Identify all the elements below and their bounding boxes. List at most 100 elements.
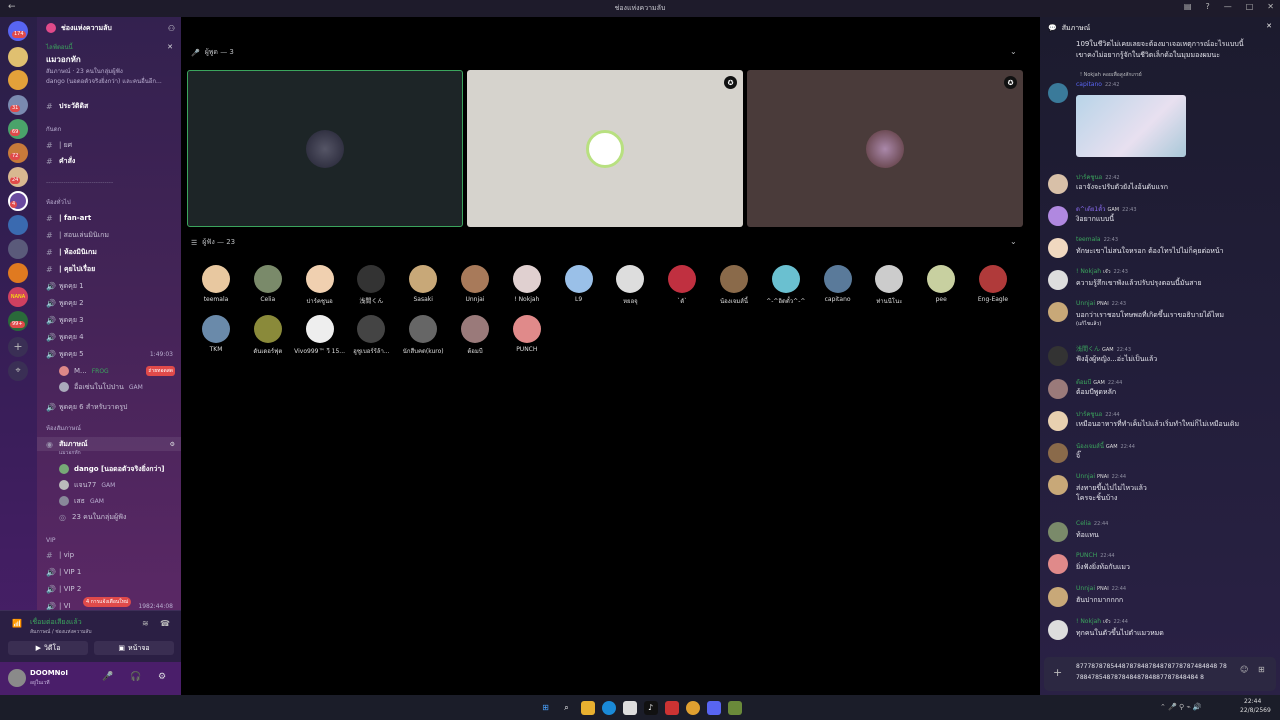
voice-channel-2[interactable]: พูดคุย 2 [59,298,84,309]
listener[interactable]: PUNCH [501,315,553,353]
settings-icon[interactable]: ⚙ [170,441,175,448]
message-author[interactable]: teemala 22:43 [1076,236,1118,243]
listener[interactable]: ^-^อิดตั้ว^-^ [760,265,812,306]
avatar[interactable] [1048,411,1068,431]
avatar[interactable] [8,669,26,687]
category-stage[interactable]: ห้องสัมภาษณ์ [46,423,81,433]
listener[interactable]: capitano [812,265,864,303]
avatar[interactable] [1048,238,1068,258]
avatar[interactable] [1048,83,1068,103]
listener[interactable]: ฮูซูเบอร์ร้ล้า... [345,315,397,356]
invite-icon[interactable]: ⚇ [168,24,175,33]
message-author[interactable]: Unnjai PNAI 22:43 [1076,300,1126,307]
listener[interactable]: 浅間くん [345,265,397,305]
avatar[interactable] [1048,587,1068,607]
category-rules[interactable]: กันดก [46,124,61,134]
message-author[interactable]: Unnjai PNAI 22:44 [1076,473,1126,480]
listener[interactable]: Eng-Eagle [967,265,1019,303]
chevron-down-icon[interactable]: ⌄ [1010,237,1017,246]
back-arrow-icon[interactable]: ← [8,2,16,12]
reply-preview[interactable]: ! Nokjah คอยเพื่อสูงสักเกรย์ [1080,71,1142,79]
listener[interactable]: `ตั` [656,265,708,306]
message-author[interactable]: ต้อมบี GAM 22:44 [1076,377,1122,387]
listener[interactable]: ดันเดอร์ฟุต [242,315,294,356]
video-button[interactable]: ▶ วิดีโอ [8,641,88,655]
listener[interactable]: ปาร์คชูนอ [294,265,346,306]
stage-speaker[interactable]: dango [นอดอตัวจริงยิ่งกว่า] [74,464,165,475]
voice-channel-5[interactable]: พูดคุย 5 [59,349,84,360]
channel-vip2[interactable]: | VIP 2 [59,585,81,593]
help-icon[interactable]: ? [1205,2,1209,11]
listener[interactable]: ท่านนีโนะ [863,265,915,306]
inbox-icon[interactable]: ▤ [1184,2,1192,11]
apps-icon[interactable]: ⊞ [1258,665,1265,674]
message-composer[interactable]: + 8777878785448787848784878778787484848 … [1044,657,1276,691]
tiktok-icon[interactable]: ♪ [643,700,658,715]
listener[interactable]: teemala [190,265,242,303]
screen-share-button[interactable]: ▣ หน้าจอ [94,641,174,655]
add-server-icon[interactable]: + [8,337,28,357]
clock-time[interactable]: 22:44 [1244,698,1261,705]
avatar[interactable] [1048,443,1068,463]
server-icon[interactable] [8,70,28,90]
server-icon[interactable] [8,47,28,67]
maximize-button[interactable]: □ [1246,2,1254,11]
avatar[interactable] [1048,620,1068,640]
signal-icon[interactable]: 📶 [12,619,22,628]
message-author[interactable]: ปาร์คชูนอ 22:44 [1076,409,1120,419]
server-icon[interactable] [8,215,28,235]
channel-rank[interactable]: | ยศ [59,140,72,151]
listener[interactable]: Celia [242,265,294,303]
explore-icon[interactable]: ⌖ [8,361,28,381]
voice-channel-4[interactable]: พูดคุย 4 [59,332,84,343]
avatar[interactable] [1048,554,1068,574]
server-icon[interactable]: NANA [8,287,28,307]
listener[interactable]: TKM [190,315,242,353]
event-title[interactable]: แมวอกหัก [46,53,81,66]
tray-icons[interactable]: ⌃ 🎤 ⚲ ⌁ 🔊 [1160,703,1202,711]
speaker-tile[interactable] [187,70,463,227]
voice-channel-6[interactable]: พูดคุย 6 สำหรับวาดรูป [59,402,127,413]
close-button[interactable]: ✕ [1267,2,1274,11]
chevron-down-icon[interactable]: ⌄ [1010,47,1017,56]
message-author[interactable]: capitano 22:42 [1076,81,1119,88]
listener[interactable]: น้องเจมส์นี้ [708,265,760,306]
store-icon[interactable] [622,700,637,715]
stage-speaker[interactable]: แจน77 [74,480,96,491]
minimize-button[interactable]: — [1224,2,1232,11]
noise-icon[interactable]: ≋ [142,619,149,628]
channel-history[interactable]: ประวัติดิส [59,101,88,112]
message-image[interactable] [1076,95,1186,157]
chrome-icon[interactable] [685,700,700,715]
avatar[interactable] [1048,346,1068,366]
channel-minigame[interactable]: | ห้องมินิเกม [59,247,97,258]
disconnect-icon[interactable]: ☎ [160,619,170,628]
message-author[interactable]: ด^เด้ย1ตั้ว GAM 22:43 [1076,204,1137,214]
listener[interactable]: L9 [553,265,605,303]
app-icon[interactable] [664,700,679,715]
listener[interactable]: Vivo999™ วี 15... [294,315,346,356]
close-icon[interactable]: ✕ [167,43,173,51]
listener[interactable]: นักสืบคด(kuro) [397,315,449,356]
avatar[interactable] [1048,206,1068,226]
speaker-tile[interactable]: ✪ [467,70,743,227]
message-author[interactable]: ปาร์คชูนอ 22:42 [1076,172,1120,182]
channel-vip[interactable]: | vip [59,551,74,559]
avatar[interactable] [1048,475,1068,495]
voice-channel-1[interactable]: พูดคุย 1 [59,281,84,292]
avatar[interactable] [1048,174,1068,194]
channel-minigame-guide[interactable]: | สอนเล่นมินิเกม [59,230,109,241]
edge-icon[interactable] [601,700,616,715]
message-author[interactable]: Celia 22:44 [1076,520,1108,527]
listener[interactable]: Unnjai [449,265,501,303]
search-icon[interactable]: ⌕ [560,701,574,715]
clock-date[interactable]: 22/8/2569 [1240,707,1271,714]
voice-channel-path[interactable]: สัมภาษณ์ / ช่องแห่งความลับ [30,628,92,636]
listener[interactable]: Sasaki [397,265,449,303]
listener[interactable]: pee [915,265,967,303]
channel-vip3[interactable]: | VI [59,602,70,610]
avatar[interactable] [1048,522,1068,542]
headphones-icon[interactable]: 🎧 [130,672,141,682]
listener[interactable]: ! Nokjah [501,265,553,303]
new-notifications-badge[interactable]: 4 การแจ้งเตือนใหม่ [83,597,132,607]
